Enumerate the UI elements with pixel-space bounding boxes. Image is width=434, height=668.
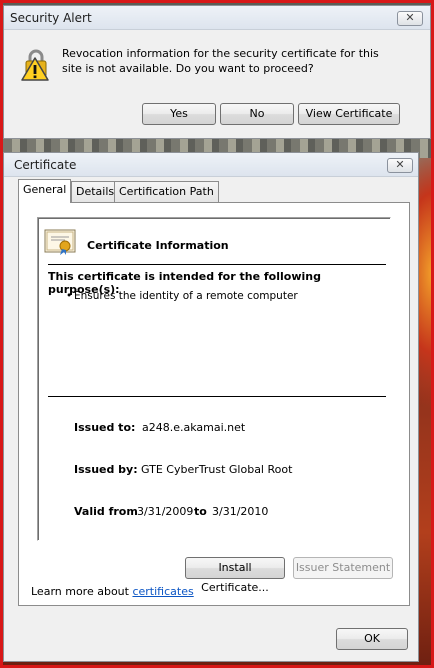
tab-general[interactable]: General xyxy=(18,179,72,203)
issuer-statement-button[interactable]: Issuer Statement xyxy=(293,557,393,579)
divider xyxy=(48,396,386,397)
purpose-item: • Ensures the identity of a remote compu… xyxy=(66,290,298,302)
install-certificate-button[interactable]: Install Certificate... xyxy=(185,557,285,594)
divider xyxy=(48,264,386,265)
issued-to-value: a248.e.akamai.net xyxy=(142,421,246,434)
valid-to-value: 3/31/2010 xyxy=(212,505,269,518)
no-button[interactable]: No xyxy=(220,103,294,125)
warning-lock-icon xyxy=(21,49,49,81)
alert-title: Security Alert xyxy=(10,11,92,25)
certificates-link[interactable]: certificates xyxy=(132,585,193,598)
bullet-icon: • xyxy=(66,290,73,302)
alert-message: Revocation information for the security … xyxy=(62,47,379,75)
alert-close-button[interactable]: ✕ xyxy=(397,11,423,26)
general-tab-panel: Certificate Information This certificate… xyxy=(18,202,410,606)
view-certificate-button[interactable]: View Certificate xyxy=(298,103,400,125)
certificate-dialog: Certificate ✕ General Details Certificat… xyxy=(3,152,419,662)
alert-titlebar[interactable]: Security Alert ✕ xyxy=(4,6,430,30)
learn-more-prefix: Learn more about xyxy=(31,585,129,598)
yes-button[interactable]: Yes xyxy=(142,103,216,125)
tab-certification-path[interactable]: Certification Path xyxy=(114,181,219,202)
certificate-info-title: Certificate Information xyxy=(87,239,229,252)
certificate-titlebar[interactable]: Certificate ✕ xyxy=(4,153,418,177)
certificate-close-button[interactable]: ✕ xyxy=(387,158,413,173)
valid-from-value: 3/31/2009 xyxy=(137,505,194,518)
issued-by-label: Issued by: xyxy=(74,463,138,476)
issued-to-label: Issued to: xyxy=(74,421,136,434)
issued-by-value: GTE CyberTrust Global Root xyxy=(141,463,293,476)
certificate-info-box: Certificate Information This certificate… xyxy=(37,217,391,541)
valid-to-label: to xyxy=(194,505,207,518)
certificate-icon xyxy=(44,229,76,255)
certificate-title: Certificate xyxy=(14,158,77,172)
ok-button[interactable]: OK xyxy=(336,628,408,650)
security-alert-dialog: Security Alert ✕ Revocation information … xyxy=(3,5,431,139)
valid-from-label: Valid from xyxy=(74,505,138,518)
learn-more-text: Learn more about certificates xyxy=(31,585,194,598)
tab-details[interactable]: Details xyxy=(71,181,120,202)
purpose-item-text: Ensures the identity of a remote compute… xyxy=(74,290,298,302)
